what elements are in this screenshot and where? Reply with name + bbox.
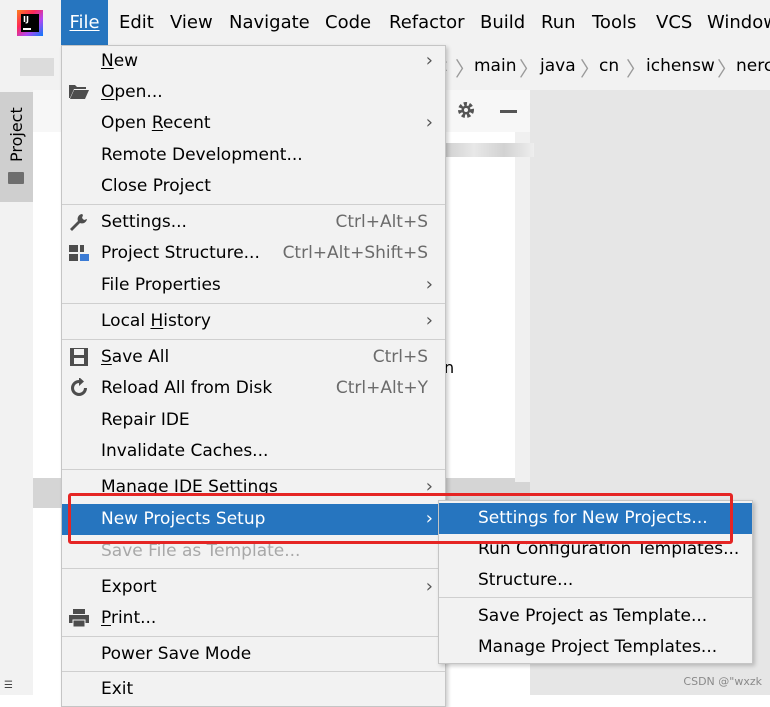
menu-run[interactable]: Run [541,0,576,45]
menu-item-open-recent[interactable]: Open Recent › [62,108,445,139]
stripe-icon[interactable]: ☰ [4,680,13,691]
breadcrumb-separator: 〉 [717,57,737,81]
minimize-icon[interactable] [500,110,517,113]
breadcrumb-item-ichensw[interactable]: ichensw [646,56,715,76]
breadcrumb-separator: 〉 [519,57,539,81]
project-structure-icon [68,243,90,263]
breadcrumb-item-cn[interactable]: cn [599,56,619,76]
breadcrumb-separator: 〉 [626,57,646,81]
menu-item-open[interactable]: Open... [62,77,445,108]
breadcrumb-item-java[interactable]: java [540,56,576,76]
menu-build[interactable]: Build [480,0,525,45]
menu-item-reload-all[interactable]: Reload All from Disk Ctrl+Alt+Y [62,373,445,404]
menu-tools[interactable]: Tools [592,0,636,45]
menu-separator [62,671,445,672]
menu-separator [62,636,445,637]
folder-open-icon [68,82,90,102]
breadcrumb-separator: 〉 [455,57,475,81]
menu-item-remote-development[interactable]: Remote Development... [62,140,445,171]
menu-separator [62,303,445,304]
menu-vcs[interactable]: VCS [656,0,692,45]
menu-separator [62,339,445,340]
menu-item-power-save-mode[interactable]: Power Save Mode [62,639,445,670]
folder-icon [8,172,24,184]
breadcrumb-item-main[interactable]: main [474,56,516,76]
menu-item-exit[interactable]: Exit [62,674,445,705]
menu-item-print[interactable]: Print... [62,603,445,634]
project-tab-label: Project [7,107,26,163]
menu-refactor[interactable]: Refactor [389,0,465,45]
breadcrumb-separator: 〉 [580,57,600,81]
wrench-icon [68,212,90,232]
menu-window[interactable]: Window [707,0,770,45]
blurred-text [444,143,534,157]
gear-icon[interactable] [456,100,476,120]
annotation-highlight-box [68,493,733,544]
submenu-item-manage-project-templates[interactable]: Manage Project Templates... [439,632,752,663]
menu-item-invalidate-caches[interactable]: Invalidate Caches... [62,436,445,467]
menu-item-settings[interactable]: Settings... Ctrl+Alt+S [62,207,445,238]
breadcrumb-item-nerc[interactable]: nerc [736,56,770,76]
menu-item-close-project[interactable]: Close Project [62,171,445,202]
scrollbar[interactable] [515,132,530,482]
save-icon [68,347,90,367]
menu-file[interactable]: File [61,0,108,45]
menu-item-save-all[interactable]: Save All Ctrl+S [62,342,445,373]
menu-item-project-structure[interactable]: Project Structure... Ctrl+Alt+Shift+S [62,238,445,269]
submenu-item-save-project-as-template[interactable]: Save Project as Template... [439,601,752,632]
menu-item-export[interactable]: Export › [62,572,445,603]
menu-navigate[interactable]: Navigate [229,0,310,45]
menu-item-local-history[interactable]: Local History › [62,306,445,337]
menu-separator [62,204,445,205]
print-icon [68,608,90,628]
menu-separator [62,469,445,470]
menu-code[interactable]: Code [325,0,371,45]
menu-edit[interactable]: Edit [119,0,154,45]
menu-item-new[interactable]: New › [62,46,445,77]
watermark: CSDN @"wxzk [683,675,762,688]
reload-icon [68,377,90,398]
blurred-project-name [20,58,54,76]
menu-item-repair-ide[interactable]: Repair IDE [62,405,445,436]
menu-separator [439,597,752,598]
submenu-item-structure[interactable]: Structure... [439,565,752,596]
file-menu: New › Open... Open Recent › Remote Develop… [61,45,446,707]
menu-item-file-properties[interactable]: File Properties › [62,270,445,301]
menu-separator [62,568,445,569]
menu-view[interactable]: View [170,0,213,45]
intellij-logo-icon[interactable]: IJ [17,10,43,36]
menu-bar [0,0,770,45]
